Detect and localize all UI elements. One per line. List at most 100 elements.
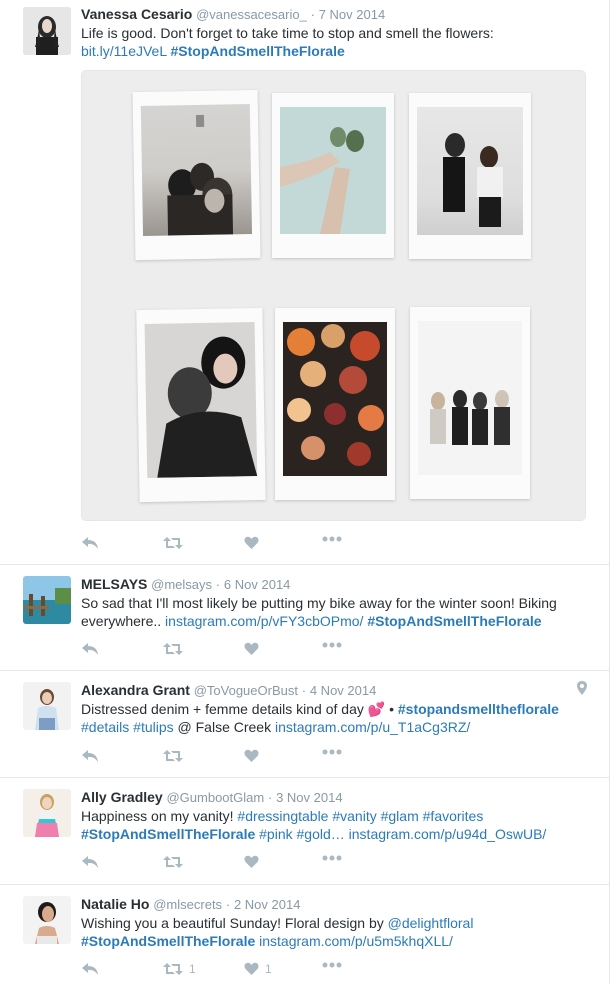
- fullname[interactable]: MELSAYS: [81, 576, 147, 592]
- timestamp[interactable]: 6 Nov 2014: [224, 577, 291, 592]
- tweet-link[interactable]: instagram.com/p/u_T1aCg3RZ/: [275, 719, 470, 735]
- hashtag[interactable]: #details: [81, 719, 129, 735]
- tweet-header: Natalie Ho @mlsecrets · 2 Nov 2014: [81, 896, 586, 913]
- more-icon: [322, 855, 342, 861]
- hashtag[interactable]: #StopAndSmellTheFlorale: [81, 933, 255, 949]
- polaroid-photo: [275, 308, 395, 500]
- more-button[interactable]: [322, 855, 342, 861]
- tweet-text-plain: Wishing you a beautiful Sunday! Floral d…: [81, 915, 388, 931]
- reply-button[interactable]: [81, 962, 99, 976]
- retweet-count: 1: [189, 962, 196, 976]
- separator: ·: [215, 577, 221, 592]
- like-button[interactable]: [244, 749, 259, 763]
- fullname[interactable]: Alexandra Grant: [81, 682, 190, 698]
- separator: ·: [225, 897, 231, 912]
- retweet-icon: [163, 643, 183, 655]
- username[interactable]: @melsays: [151, 577, 212, 592]
- username[interactable]: @GumbootGlam: [166, 790, 264, 805]
- reply-icon: [82, 537, 98, 549]
- more-icon: [322, 642, 342, 648]
- like-button[interactable]: [244, 855, 259, 869]
- like-button[interactable]: 1: [244, 962, 272, 976]
- timestamp[interactable]: 7 Nov 2014: [319, 7, 386, 22]
- retweet-button[interactable]: [163, 642, 183, 656]
- more-button[interactable]: [322, 962, 342, 968]
- tweet-link[interactable]: instagram.com/p/u5m5khqXLL/: [259, 933, 453, 949]
- more-button[interactable]: [322, 642, 342, 648]
- avatar[interactable]: [23, 576, 71, 624]
- avatar[interactable]: [23, 896, 71, 944]
- reply-icon: [82, 750, 98, 762]
- hashtag[interactable]: #glam: [381, 808, 419, 824]
- heart-icon: [244, 536, 259, 549]
- avatar[interactable]: [23, 7, 71, 55]
- more-button[interactable]: [322, 749, 342, 755]
- tweet-text-plain: Life is good. Don't forget to take time …: [81, 25, 494, 41]
- tweet-content: Natalie Ho @mlsecrets · 2 Nov 2014 Wishi…: [81, 896, 586, 950]
- tweet-text: So sad that I'll most likely be putting …: [81, 594, 586, 630]
- hashtag[interactable]: #stopandsmelltheflorale: [398, 701, 559, 717]
- heart-icon: [244, 855, 259, 868]
- separator: ·: [267, 790, 273, 805]
- tweet-text: Happiness on my vanity! #dressingtable #…: [81, 807, 586, 843]
- hashtag[interactable]: #StopAndSmellTheFlorale: [81, 826, 255, 842]
- hashtag[interactable]: #StopAndSmellTheFlorale: [367, 613, 541, 629]
- fullname[interactable]: Ally Gradley: [81, 789, 163, 805]
- reply-button[interactable]: [81, 642, 99, 656]
- heart-icon: [244, 962, 259, 975]
- hashtag[interactable]: #favorites: [423, 808, 484, 824]
- reply-button[interactable]: [81, 855, 99, 869]
- reply-button[interactable]: [81, 536, 99, 550]
- tweet-text-plain: Happiness on my vanity!: [81, 808, 238, 824]
- timestamp[interactable]: 2 Nov 2014: [234, 897, 301, 912]
- username[interactable]: @vanessacesario_: [196, 7, 307, 22]
- retweet-button[interactable]: [163, 855, 183, 869]
- username[interactable]: @ToVogueOrBust: [194, 683, 298, 698]
- tweet-text-plain: @ False Creek: [173, 719, 275, 735]
- tweet-media-image[interactable]: [81, 70, 586, 521]
- fullname[interactable]: Natalie Ho: [81, 896, 149, 912]
- reply-button[interactable]: [81, 749, 99, 763]
- avatar[interactable]: [23, 682, 71, 730]
- hashtag[interactable]: #StopAndSmellTheFlorale: [171, 43, 345, 59]
- tweet-header: Alexandra Grant @ToVogueOrBust · 4 Nov 2…: [81, 682, 586, 699]
- reply-icon: [82, 856, 98, 868]
- tweet-content: Vanessa Cesario @vanessacesario_ · 7 Nov…: [81, 6, 586, 60]
- retweet-button[interactable]: [163, 536, 183, 550]
- tweet[interactable]: MELSAYS @melsays · 6 Nov 2014 So sad tha…: [0, 565, 609, 671]
- heart-icon: [244, 642, 259, 655]
- separator: ·: [310, 7, 315, 22]
- fullname[interactable]: Vanessa Cesario: [81, 6, 192, 22]
- username[interactable]: @mlsecrets: [153, 897, 222, 912]
- reply-icon: [82, 963, 98, 975]
- hashtag[interactable]: #dressingtable: [237, 808, 328, 824]
- mention[interactable]: @delightfloral: [388, 915, 474, 931]
- tweet-link[interactable]: bit.ly/11eJVeL: [81, 43, 167, 59]
- polaroid-photo: [272, 93, 394, 258]
- hashtag[interactable]: #gold…: [297, 826, 345, 842]
- retweet-icon: [163, 856, 183, 868]
- hashtag[interactable]: #tulips: [133, 719, 173, 735]
- retweet-button[interactable]: 1: [163, 962, 196, 976]
- timestamp[interactable]: 4 Nov 2014: [310, 683, 377, 698]
- tweet[interactable]: Vanessa Cesario @vanessacesario_ · 7 Nov…: [0, 0, 609, 565]
- hashtag[interactable]: #pink: [259, 826, 292, 842]
- timestamp[interactable]: 3 Nov 2014: [276, 790, 343, 805]
- like-button[interactable]: [244, 536, 259, 550]
- tweet-text: Distressed denim + femme details kind of…: [81, 700, 586, 736]
- tweet-header: Vanessa Cesario @vanessacesario_ · 7 Nov…: [81, 6, 586, 23]
- tweet[interactable]: Ally Gradley @GumbootGlam · 3 Nov 2014 H…: [0, 778, 609, 885]
- more-button[interactable]: [322, 536, 342, 542]
- hashtag[interactable]: #vanity: [332, 808, 376, 824]
- tweet[interactable]: Alexandra Grant @ToVogueOrBust · 4 Nov 2…: [0, 671, 609, 778]
- polaroid-photo: [132, 89, 261, 261]
- like-count: 1: [265, 962, 272, 976]
- avatar[interactable]: [23, 789, 71, 837]
- retweet-icon: [163, 963, 183, 975]
- retweet-button[interactable]: [163, 749, 183, 763]
- tweet[interactable]: Natalie Ho @mlsecrets · 2 Nov 2014 Wishi…: [0, 885, 609, 984]
- tweet-content: MELSAYS @melsays · 6 Nov 2014 So sad tha…: [81, 576, 586, 630]
- like-button[interactable]: [244, 642, 259, 656]
- tweet-link[interactable]: instagram.com/p/vFY3cbOPmo/: [165, 613, 363, 629]
- tweet-link[interactable]: instagram.com/p/u94d_OswUB/: [349, 826, 547, 842]
